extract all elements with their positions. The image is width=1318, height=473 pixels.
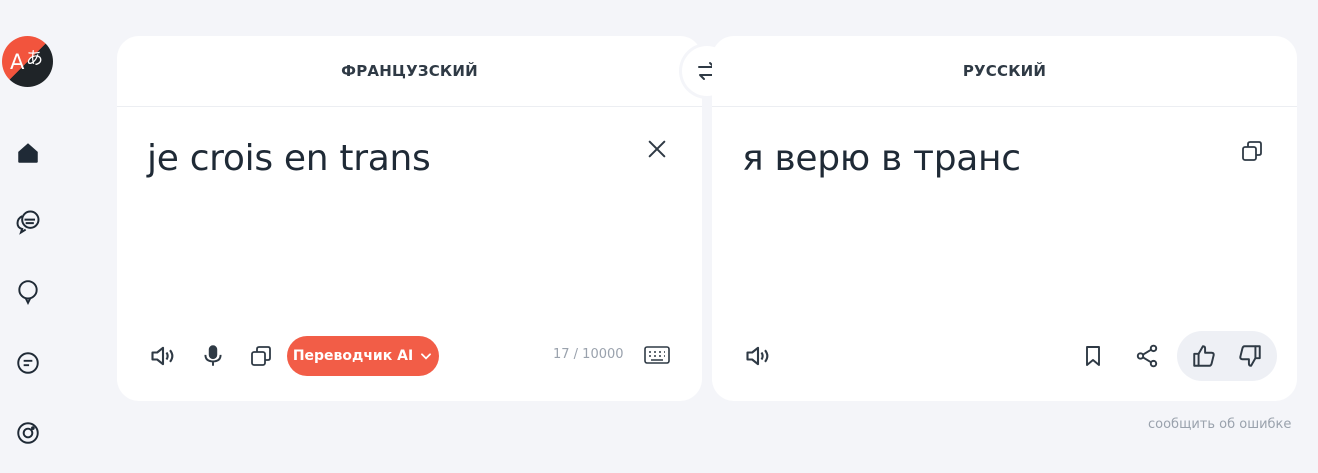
- share-icon[interactable]: [1132, 341, 1162, 371]
- speech-bubble-icon[interactable]: [14, 278, 42, 306]
- thumbs-down-icon[interactable]: [1235, 341, 1265, 371]
- translation-output: я верю в транс: [742, 138, 1021, 179]
- copy-icon[interactable]: [246, 341, 276, 371]
- camera-icon[interactable]: [14, 419, 42, 447]
- bookmark-icon[interactable]: [1078, 341, 1108, 371]
- dialog-icon[interactable]: [14, 208, 42, 236]
- speaker-icon[interactable]: [148, 341, 178, 371]
- logo-glyph: あ: [26, 49, 43, 69]
- report-error-link[interactable]: сообщить об ошибке: [1148, 417, 1291, 432]
- logo-letter: A: [10, 50, 25, 74]
- character-counter: 17 / 10000: [553, 347, 624, 362]
- ai-translator-button[interactable]: Переводчик AI: [287, 336, 439, 376]
- source-text-input[interactable]: je crois en trans: [147, 138, 431, 179]
- ai-translator-label: Переводчик AI: [292, 348, 414, 364]
- target-language-selector[interactable]: РУССКИЙ: [712, 36, 1297, 107]
- document-icon[interactable]: [14, 349, 42, 377]
- home-icon[interactable]: [14, 139, 42, 167]
- microphone-icon[interactable]: [198, 341, 228, 371]
- clear-icon[interactable]: [642, 134, 672, 164]
- thumbs-up-icon[interactable]: [1189, 341, 1219, 371]
- speaker-translation-icon[interactable]: [743, 341, 773, 371]
- feedback-group: [1177, 331, 1277, 381]
- app-logo[interactable]: A あ: [2, 36, 53, 87]
- copy-translation-icon[interactable]: [1237, 136, 1267, 166]
- source-panel: ФРАНЦУЗСКИЙ je crois en trans Переводчик…: [117, 36, 702, 401]
- chevron-down-icon: [421, 353, 432, 360]
- keyboard-icon[interactable]: [642, 340, 672, 370]
- source-language-selector[interactable]: ФРАНЦУЗСКИЙ: [117, 36, 702, 107]
- target-panel: РУССКИЙ я верю в транс: [712, 36, 1297, 401]
